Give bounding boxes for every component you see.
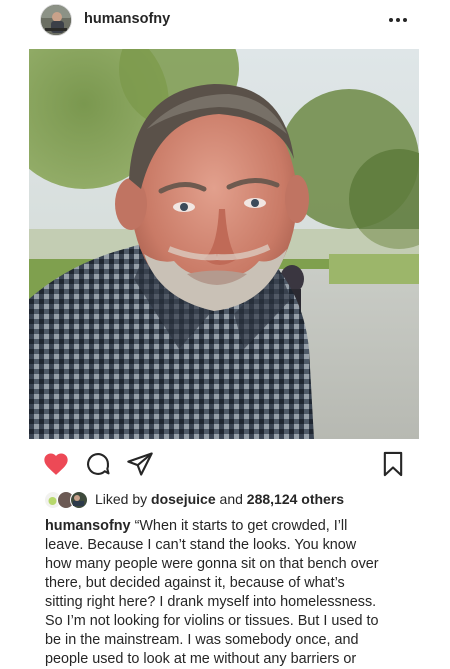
liker-username[interactable]: dosejuice — [151, 491, 216, 507]
post-header: humansofny — [0, 0, 450, 42]
likes-count[interactable]: 288,124 others — [247, 491, 344, 507]
caption-line: sitting right here? I drank myself into … — [45, 594, 377, 610]
likes-middle: and — [215, 491, 247, 507]
post-username[interactable]: humansofny — [84, 11, 170, 27]
avatar-image — [41, 5, 71, 35]
caption-text: “When it starts to get crowded, I’ll — [134, 518, 348, 534]
bookmark-icon[interactable] — [379, 450, 407, 478]
liker-avatars[interactable] — [44, 489, 94, 511]
post-action-bar — [0, 448, 450, 482]
comment-icon[interactable] — [84, 450, 112, 478]
likes-summary[interactable]: Liked by dosejuice and 288,124 others — [95, 491, 344, 507]
post-caption: humansofny “When it starts to get crowde… — [45, 517, 415, 669]
share-icon[interactable] — [126, 450, 154, 478]
caption-line: be in the mainstream. I was somebody onc… — [45, 632, 359, 648]
heart-icon[interactable] — [42, 450, 70, 478]
likes-row: Liked by dosejuice and 288,124 others — [44, 487, 424, 513]
caption-line: So I’m not looking for violins or tissue… — [45, 613, 379, 629]
likes-prefix: Liked by — [95, 491, 152, 507]
post-photo[interactable] — [29, 49, 419, 439]
caption-line: how many people were gonna sit on that b… — [45, 556, 379, 572]
caption-line: humansofny “When it starts to get crowde… — [45, 517, 415, 536]
more-options-icon[interactable] — [386, 8, 410, 32]
caption-line: leave. Because I can’t stand the looks. … — [45, 537, 357, 553]
liker-avatar — [70, 491, 88, 509]
post-image — [29, 49, 419, 439]
caption-line: there, but decided against it, because o… — [45, 575, 345, 591]
caption-line: people used to look at me without any ba… — [45, 651, 357, 667]
caption-username[interactable]: humansofny — [45, 518, 131, 534]
profile-avatar[interactable] — [40, 4, 72, 36]
